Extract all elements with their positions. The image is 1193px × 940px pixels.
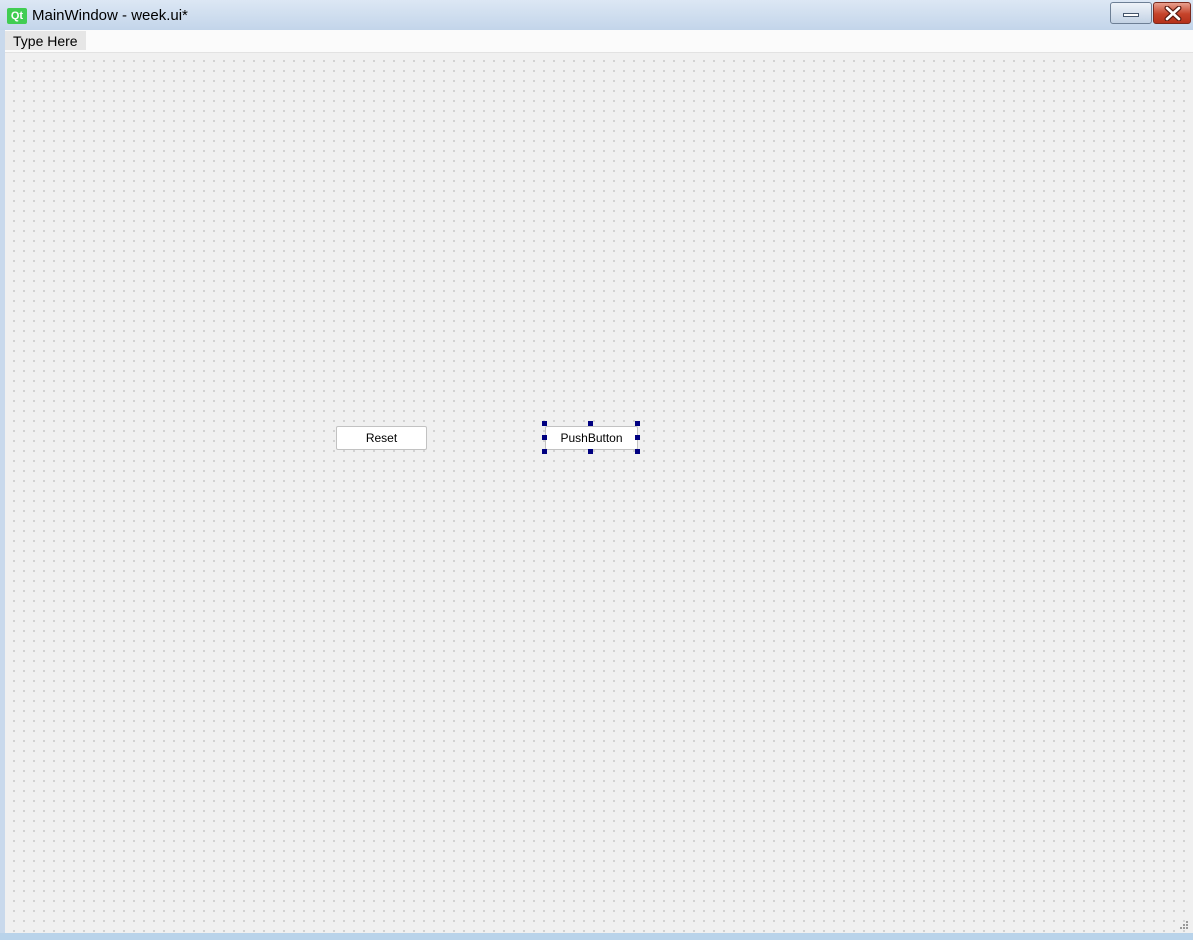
title-bar[interactable]: Qt MainWindow - week.ui* <box>0 0 1193 30</box>
close-button[interactable] <box>1153 2 1191 24</box>
menu-bar: Type Here <box>5 30 1193 53</box>
reset-button[interactable]: Reset <box>336 426 427 450</box>
selection-handle-right[interactable] <box>635 435 640 440</box>
selection-handle-bottom[interactable] <box>588 449 593 454</box>
selection-handle-top[interactable] <box>588 421 593 426</box>
selection-handle-top-left[interactable] <box>542 421 547 426</box>
menu-item-type-here[interactable]: Type Here <box>5 31 86 50</box>
selection-handle-bottom-left[interactable] <box>542 449 547 454</box>
close-icon <box>1164 6 1182 21</box>
resize-grip-icon[interactable] <box>1179 920 1189 930</box>
designer-form-window: Qt MainWindow - week.ui* Type Here Reset… <box>0 0 1193 940</box>
minimize-button[interactable] <box>1110 2 1152 24</box>
minimize-icon <box>1123 13 1139 17</box>
selection-handle-top-right[interactable] <box>635 421 640 426</box>
qt-logo-icon: Qt <box>7 8 27 24</box>
form-canvas[interactable] <box>5 53 1193 933</box>
push-button[interactable]: PushButton <box>545 426 638 450</box>
window-title: MainWindow - week.ui* <box>32 7 188 24</box>
selection-handle-left[interactable] <box>542 435 547 440</box>
window-bottom-border <box>0 933 1193 940</box>
selection-handle-bottom-right[interactable] <box>635 449 640 454</box>
